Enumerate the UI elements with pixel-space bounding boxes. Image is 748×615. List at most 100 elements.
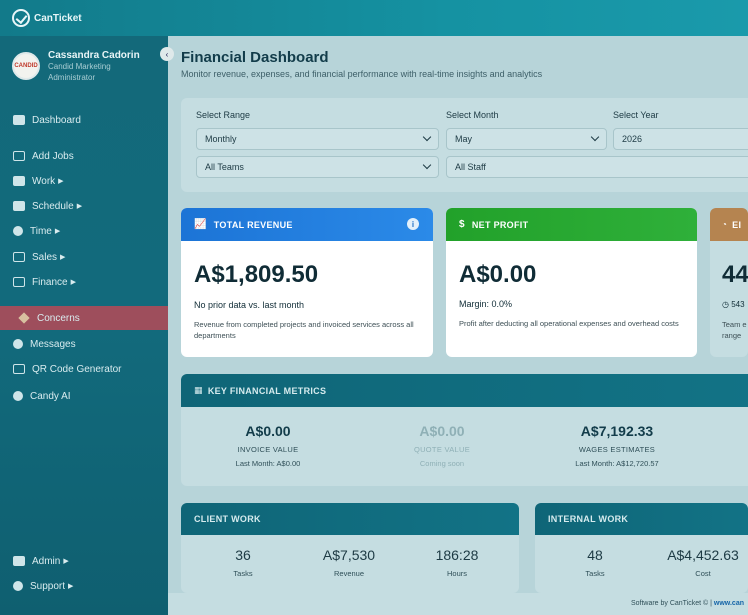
footer: Software by CanTicket © | www.can	[168, 593, 748, 615]
briefcase-icon	[13, 176, 25, 186]
filter-panel: Select Range Select Month Select Year Mo…	[181, 98, 748, 192]
staff-select[interactable]: All Staff	[446, 156, 748, 178]
sidebar-item-label: Concerns	[37, 312, 80, 324]
caret-right-icon: ▶	[58, 178, 64, 185]
footer-text: Software by CanTicket © |	[630, 600, 714, 607]
range-select-value: Monthly	[205, 134, 237, 144]
month-select-value: May	[455, 134, 473, 144]
info-icon[interactable]: i	[407, 218, 419, 230]
third-stat-card: ◔ EI 44 ◷ 543 Team e range	[710, 208, 748, 357]
sidebar-item-support[interactable]: Support ▶	[0, 574, 168, 598]
shield-icon	[13, 556, 25, 566]
internal-cost-stat: A$4,452.63 Cost	[653, 547, 748, 578]
total-revenue-value: A$1,809.50	[194, 261, 319, 288]
net-profit-title: NET PROFIT	[471, 219, 529, 230]
dollar-icon: $	[459, 219, 465, 230]
ai-avatar-icon	[13, 391, 23, 401]
headset-icon	[13, 581, 23, 591]
caret-right-icon: ▶	[76, 203, 83, 210]
invoice-value-label: INVOICE VALUE	[237, 445, 299, 454]
sidebar-item-time[interactable]: Time ▶	[0, 219, 168, 243]
net-profit-margin: Margin: 0.0%	[459, 299, 513, 309]
sidebar-item-qr-code-generator[interactable]: QR Code Generator	[0, 357, 168, 381]
net-profit-description: Profit after deducting all operational e…	[459, 319, 679, 328]
wages-estimates-value: A$7,192.33	[580, 423, 654, 439]
caret-right-icon: ▶	[63, 558, 69, 565]
sidebar-item-schedule[interactable]: Schedule ▶	[0, 194, 168, 218]
sidebar-item-label: Support	[30, 580, 66, 592]
sidebar-item-label: Candy AI	[30, 390, 71, 402]
sales-icon	[13, 252, 25, 262]
client-hours-value: 186:28	[435, 547, 479, 563]
sidebar-item-label: Sales	[32, 251, 58, 263]
third-stat-value: 44	[722, 261, 748, 288]
client-tasks-stat: 36 Tasks	[193, 547, 293, 578]
client-work-panel: CLIENT WORK 36 Tasks A$7,530 Revenue 186…	[181, 503, 519, 593]
sidebar-item-admin[interactable]: Admin ▶	[0, 549, 168, 573]
third-stat-description: Team e range	[722, 319, 748, 341]
net-profit-value: A$0.00	[459, 261, 537, 288]
sidebar-item-work[interactable]: Work ▶	[0, 169, 168, 193]
chevron-down-icon	[422, 160, 432, 170]
sidebar-item-finance[interactable]: Finance ▶	[0, 270, 168, 294]
sidebar-item-label: Admin	[32, 555, 61, 567]
sidebar-item-label: Time	[30, 225, 52, 237]
internal-work-header: INTERNAL WORK	[535, 503, 748, 535]
internal-tasks-label: Tasks	[585, 569, 605, 578]
internal-tasks-value: 48	[587, 547, 603, 563]
clock-icon	[13, 226, 23, 236]
client-revenue-label: Revenue	[333, 569, 365, 578]
year-select[interactable]: 2026	[613, 128, 748, 150]
main-content: Financial Dashboard Monitor revenue, exp…	[168, 36, 748, 615]
user-role: Administrator	[48, 73, 96, 82]
invoice-value-metric: A$0.00 INVOICE VALUE Last Month: A$0.00	[198, 423, 338, 468]
wages-estimates-label: WAGES ESTIMATES	[578, 445, 656, 454]
wages-estimates-sub: Last Month: A$12,720.57	[575, 459, 659, 468]
client-tasks-label: Tasks	[233, 569, 253, 578]
year-select-value: 2026	[622, 134, 643, 144]
sidebar-item-sales[interactable]: Sales ▶	[0, 245, 168, 269]
client-work-header: CLIENT WORK	[181, 503, 519, 535]
third-stat-line-text: 543	[731, 300, 745, 309]
brand-name[interactable]: CanTicket	[34, 13, 82, 24]
concerns-icon	[18, 312, 30, 324]
client-revenue-stat: A$7,530 Revenue	[299, 547, 399, 578]
third-stat-line: ◷ 543	[722, 300, 745, 309]
wages-estimates-metric: A$7,192.33 WAGES ESTIMATES Last Month: A…	[547, 423, 687, 468]
month-select[interactable]: May	[446, 128, 607, 150]
quote-value-metric: A$0.00 QUOTE VALUE Coming soon	[372, 423, 512, 468]
quote-value-sub: Coming soon	[419, 459, 465, 468]
user-profile[interactable]: CANDID Cassandra Cadorin Candid Marketin…	[0, 36, 168, 96]
sidebar-item-label: Add Jobs	[32, 150, 74, 162]
caret-right-icon: ▶	[70, 279, 76, 286]
client-hours-label: Hours	[446, 569, 467, 578]
sidebar-item-dashboard[interactable]: Dashboard	[0, 108, 168, 132]
total-revenue-title: TOTAL REVENUE	[213, 219, 293, 230]
sidebar-item-label: Dashboard	[32, 114, 81, 126]
sidebar-item-concerns[interactable]: Concerns	[0, 306, 168, 330]
sidebar-item-label: Schedule	[32, 200, 74, 212]
caret-right-icon: ▶	[68, 583, 74, 590]
footer-link[interactable]: www.can	[714, 600, 744, 607]
range-select[interactable]: Monthly	[196, 128, 439, 150]
user-name: Cassandra Cadorin	[48, 50, 140, 61]
sidebar-item-messages[interactable]: Messages	[0, 332, 168, 356]
sidebar-item-candy-ai[interactable]: Candy AI	[0, 384, 168, 408]
internal-cost-label: Cost	[695, 569, 711, 578]
sidebar-item-add-jobs[interactable]: Add Jobs	[0, 144, 168, 168]
quote-value-label: QUOTE VALUE	[413, 445, 471, 454]
sidebar-item-label: QR Code Generator	[32, 363, 122, 375]
sidebar-item-label: Messages	[30, 338, 76, 350]
year-label: Select Year	[613, 110, 659, 120]
add-job-icon	[13, 151, 25, 161]
sidebar-item-label: Finance	[32, 276, 68, 288]
quote-value: A$0.00	[419, 423, 465, 439]
chart-line-icon: 📈	[194, 219, 207, 230]
home-icon	[13, 115, 25, 125]
team-select-value: All Teams	[205, 162, 244, 172]
team-select[interactable]: All Teams	[196, 156, 439, 178]
total-revenue-header: 📈 TOTAL REVENUE	[181, 208, 433, 241]
third-stat-title: EI	[732, 219, 742, 230]
third-stat-desc-line2: range	[722, 331, 742, 340]
client-revenue-value: A$7,530	[322, 547, 376, 563]
